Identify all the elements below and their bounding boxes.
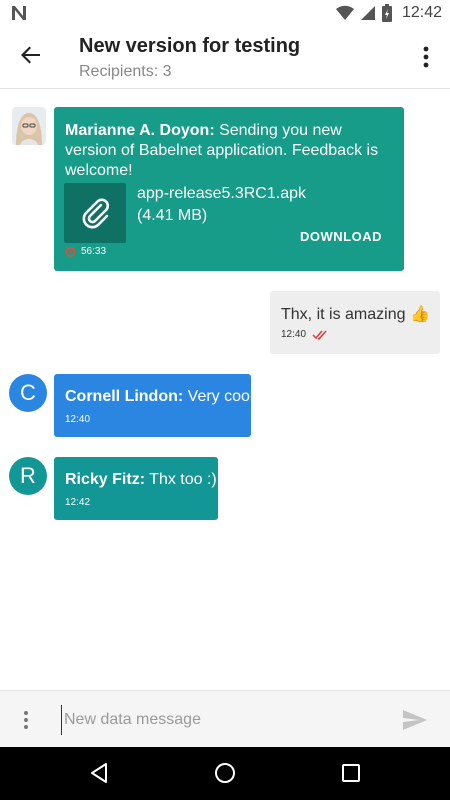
message-text: Thx, it is amazing 👍 <box>281 304 430 324</box>
message-bubble[interactable]: Marianne A. Doyon: Sending you new versi… <box>54 107 404 271</box>
avatar[interactable] <box>12 107 46 145</box>
system-nav-bar <box>0 747 450 800</box>
message-input[interactable] <box>61 705 386 735</box>
sender-name: Marianne A. Doyon: <box>65 122 215 139</box>
status-bar: 12:42 <box>0 0 450 26</box>
message-bubble[interactable]: Cornell Lindon: Very cool 12:40 <box>54 374 253 437</box>
message-text: Cornell Lindon: Very cool <box>65 388 253 406</box>
sender-name: Cornell Lindon: <box>65 388 184 405</box>
message-text: Marianne A. Doyon: Sending you new versi… <box>65 121 395 181</box>
signal-icon <box>360 6 375 20</box>
wifi-icon <box>335 5 354 21</box>
download-button[interactable]: DOWNLOAD <box>300 229 382 244</box>
message-meta: 12:40 <box>281 329 328 340</box>
attachment-size: (4.41 MB) <box>137 207 208 224</box>
message-composer <box>0 690 450 748</box>
message-time: 12:40 <box>281 329 307 340</box>
message-body: Very cool <box>183 388 254 405</box>
avatar-initial: R <box>20 463 36 488</box>
message-body: Thx too :) <box>145 471 217 488</box>
nav-home-icon[interactable] <box>213 761 237 785</box>
recipients-count: Recipients: 3 <box>79 63 172 80</box>
attachment-thumbnail[interactable] <box>64 183 126 243</box>
message-bubble-outgoing[interactable]: Thx, it is amazing 👍 12:40 <box>270 291 440 354</box>
nav-recents-icon[interactable] <box>339 761 363 785</box>
battery-icon <box>381 4 392 22</box>
notification-n-icon <box>12 6 26 20</box>
thumbs-up-emoji: 👍 <box>409 306 430 323</box>
self-destruct-timer: 56:33 <box>65 246 106 257</box>
message-bubble[interactable]: Ricky Fitz: Thx too :) 12:42 <box>54 457 218 520</box>
send-icon[interactable] <box>402 708 428 732</box>
more-vert-icon[interactable] <box>418 44 434 70</box>
more-vert-icon[interactable] <box>18 707 34 733</box>
message-time: 12:42 <box>65 497 91 508</box>
message-time: 12:40 <box>65 414 91 425</box>
double-check-icon <box>312 330 327 340</box>
avatar-initial: C <box>20 380 36 405</box>
status-time: 12:42 <box>401 4 442 21</box>
page-title: New version for testing <box>79 35 301 57</box>
timer-value: 56:33 <box>81 246 107 257</box>
avatar[interactable]: C <box>9 374 47 412</box>
attachment-name: app-release5.3RC1.apk <box>137 185 306 202</box>
nav-back-icon[interactable] <box>87 761 111 785</box>
message-body: Thx, it is amazing <box>281 306 406 323</box>
sender-name: Ricky Fitz: <box>65 471 146 488</box>
avatar[interactable]: R <box>9 457 47 495</box>
message-text: Ricky Fitz: Thx too :) <box>65 471 217 489</box>
timer-icon <box>65 246 76 257</box>
arrow-back-icon[interactable] <box>18 42 44 68</box>
app-bar: New version for testing Recipients: 3 <box>0 26 450 89</box>
paperclip-icon <box>82 198 109 229</box>
